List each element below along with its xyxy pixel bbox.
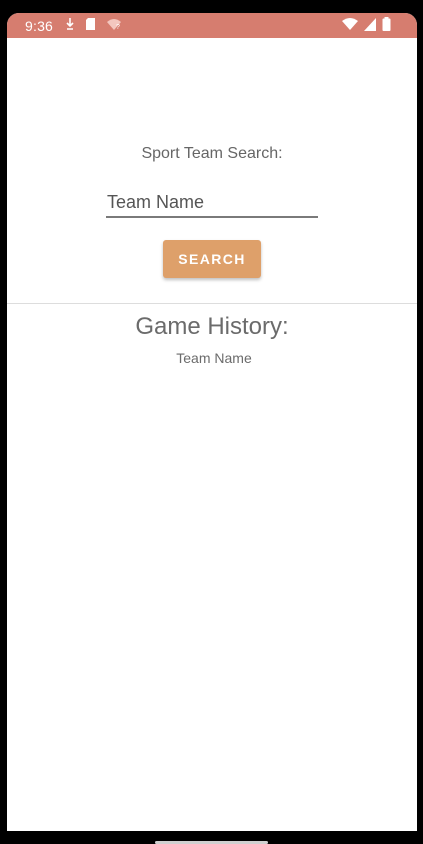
signal-icon <box>364 17 376 31</box>
status-notification-icons: ? <box>65 17 122 31</box>
device-frame: 9:36 ? Sport Team Search: Team Name SEAR… <box>0 0 423 844</box>
section-divider <box>7 303 417 304</box>
wifi-icon <box>342 17 358 31</box>
download-icon <box>65 17 75 31</box>
game-history-team-name: Team Name <box>176 350 252 366</box>
status-time: 9:36 <box>25 18 54 34</box>
search-label: Sport Team Search: <box>141 145 283 162</box>
sd-card-icon <box>85 17 96 31</box>
status-bar: 9:36 ? <box>7 13 417 38</box>
wifi-question-icon: ? <box>106 17 122 31</box>
svg-text:?: ? <box>116 24 120 31</box>
battery-icon <box>382 17 391 31</box>
status-system-icons <box>342 17 391 31</box>
game-history-title: Game History: <box>135 313 289 340</box>
team-name-input[interactable] <box>106 188 318 218</box>
search-button[interactable]: SEARCH <box>163 240 261 278</box>
app-screen: 9:36 ? Sport Team Search: Team Name SEAR… <box>7 13 417 831</box>
